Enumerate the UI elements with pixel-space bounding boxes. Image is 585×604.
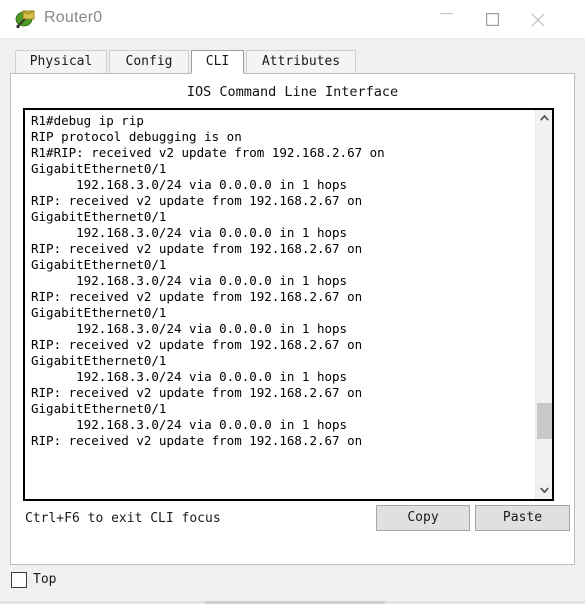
title-bar: Router0 — [0, 0, 585, 39]
paste-button[interactable]: Paste — [475, 505, 570, 531]
panel-title: IOS Command Line Interface — [186, 84, 399, 100]
tab-attributes[interactable]: Attributes — [246, 50, 356, 74]
router-icon — [15, 8, 37, 30]
tab-bar: Physical Config CLI Attributes — [10, 50, 575, 74]
copy-button[interactable]: Copy — [376, 505, 470, 531]
top-checkbox-label: Top — [33, 572, 57, 587]
close-icon[interactable] — [515, 0, 561, 38]
maximize-icon[interactable] — [469, 0, 515, 38]
minimize-icon[interactable] — [423, 0, 469, 38]
tab-config[interactable]: Config — [109, 50, 189, 74]
chevron-down-icon[interactable] — [536, 482, 552, 499]
router-cli-window: Router0 Physical Config CLI Attributes I… — [0, 0, 585, 604]
cli-panel: IOS Command Line Interface R1#debug ip r… — [10, 73, 575, 565]
tab-physical[interactable]: Physical — [15, 50, 107, 74]
chevron-up-icon[interactable] — [536, 110, 552, 127]
terminal-output[interactable]: R1#debug ip rip RIP protocol debugging i… — [25, 110, 535, 499]
terminal-scrollbar[interactable] — [535, 110, 552, 499]
tab-cli[interactable]: CLI — [191, 50, 244, 74]
top-checkbox[interactable] — [11, 572, 27, 588]
scrollbar-thumb[interactable] — [537, 403, 552, 439]
terminal-container: R1#debug ip rip RIP protocol debugging i… — [23, 108, 554, 501]
cli-focus-hint: Ctrl+F6 to exit CLI focus — [25, 511, 221, 526]
window-title: Router0 — [44, 9, 103, 26]
